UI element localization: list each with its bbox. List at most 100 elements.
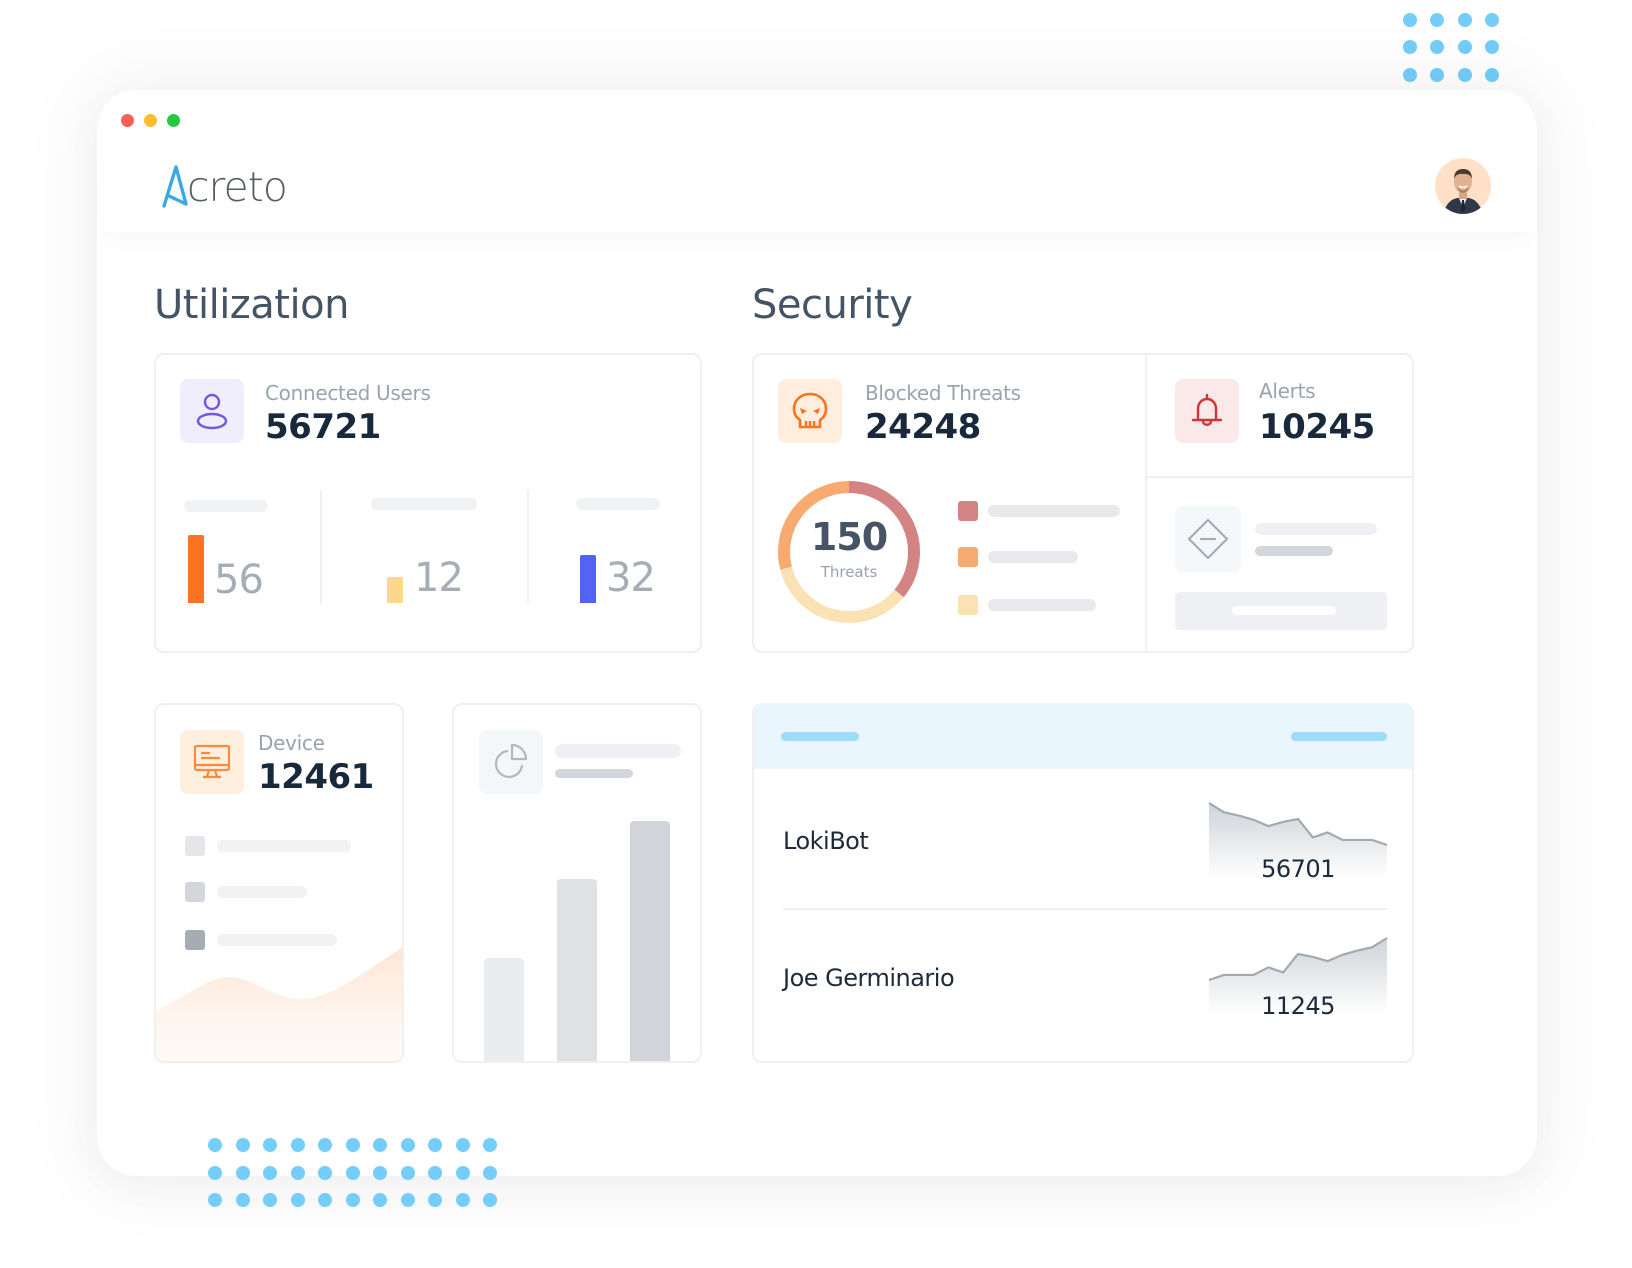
utilization-section-title: Utilization [154,282,349,328]
decorative-dot [455,1193,470,1207]
device-area-chart [156,947,402,1061]
security-section-title: Security [752,282,913,328]
connected-users-label: Connected Users [265,381,431,405]
blocked-threats-label: Blocked Threats [865,381,1021,405]
top-threats-table: LokiBot 56701 Joe Germinario 11245 [752,703,1414,1063]
device-card[interactable]: Device 12461 [154,703,404,1063]
decorative-dot [428,1193,442,1207]
placeholder-line [1255,523,1377,535]
acreto-logo[interactable]: creto [161,158,288,211]
legend-swatch [185,882,205,902]
decorative-dot-grid-bottom [208,1138,511,1221]
donut-center-value: 150 [810,515,888,559]
metric-value: 12 [414,555,464,601]
user-metrics: 56 12 32 [156,531,700,603]
placeholder-button-label [1232,606,1336,615]
decorative-dot [1457,13,1472,27]
metric-bar [580,555,596,603]
alerts-value: 10245 [1259,407,1375,447]
alert-detail-panel [1147,478,1412,651]
bar-chart-plot [454,821,700,1061]
threat-name: LokiBot [783,827,869,855]
metric-bar [387,577,403,603]
legend-swatch [958,547,978,567]
table-header [754,703,1412,769]
decorative-dot [455,1165,470,1180]
acreto-logo-mark-icon [162,165,188,208]
window-controls [121,114,180,127]
diamond-minus-icon [1187,518,1229,560]
decorative-dot [345,1165,360,1180]
decorative-dot [263,1193,277,1207]
maximize-window-button[interactable] [167,114,180,127]
threat-count: 11245 [1261,992,1335,1020]
table-header-column [1291,732,1387,741]
placeholder-line [371,498,477,510]
metric-value: 32 [606,555,656,601]
decorative-dot [1457,67,1472,82]
decorative-dot [455,1138,470,1152]
metric-bar [188,535,204,603]
chart-bar [557,879,597,1061]
chart-bar [630,821,670,1061]
table-row[interactable]: Joe Germinario 11245 [754,910,1412,1060]
table-row[interactable]: LokiBot 56701 [754,769,1412,909]
decorative-dot [290,1193,305,1207]
chart-bar [484,958,524,1061]
decorative-dot [373,1165,387,1180]
user-icon-tile [180,379,244,443]
bell-icon-tile [1175,379,1239,443]
user-avatar[interactable] [1435,158,1491,214]
placeholder-line [988,551,1078,563]
app-header: creto [97,136,1537,232]
device-value: 12461 [258,757,374,797]
decorative-dot [1457,40,1472,55]
decorative-dot [373,1193,387,1207]
decorative-dot [235,1138,250,1152]
alerts-panel[interactable]: Alerts 10245 [1147,355,1412,477]
placeholder-line [217,886,307,898]
placeholder-line [555,744,681,758]
decorative-dot [318,1138,332,1152]
decorative-dot [208,1193,222,1207]
placeholder-line [555,769,633,778]
close-window-button[interactable] [121,114,134,127]
pie-chart-icon-tile [479,730,543,794]
user-avatar-photo-icon [1443,169,1483,214]
decorative-dot [483,1193,497,1207]
placeholder-line [184,500,268,512]
legend-swatch [185,836,205,856]
decorative-dot [1484,40,1499,55]
decorative-dot [1484,13,1499,27]
logo-wordmark: creto [187,163,288,211]
decorative-dot [1430,13,1445,27]
monitor-icon-tile [180,730,244,794]
decorative-dot [345,1138,360,1152]
decorative-dot [428,1165,442,1180]
placeholder-line [988,505,1120,517]
bar-chart-card[interactable] [452,703,702,1063]
decorative-dot [208,1165,222,1180]
alerts-label: Alerts [1259,379,1316,403]
monitor-icon [193,744,231,779]
minimize-window-button[interactable] [144,114,157,127]
pie-chart-icon [495,743,528,778]
decorative-dot [1403,40,1417,55]
decorative-dot [1430,67,1445,82]
blocked-threats-panel[interactable]: Blocked Threats 24248 150 Threats [754,355,1147,651]
decorative-dot [235,1193,250,1207]
placeholder-line [217,840,351,852]
skull-icon [792,392,828,429]
decorative-dot [400,1193,415,1207]
placeholder-line [576,498,660,510]
decorative-dot [263,1138,277,1152]
threat-name: Joe Germinario [783,964,955,992]
browser-window: creto Utilization Security Connected Use… [97,90,1537,1176]
blocked-threats-value: 24248 [865,407,981,447]
connected-users-card[interactable]: Connected Users 56721 56 12 32 [154,353,702,653]
placeholder-button[interactable] [1175,592,1387,630]
legend-swatch [958,501,978,521]
decorative-dot [318,1165,332,1180]
legend-swatch [958,595,978,615]
decorative-dot [345,1193,360,1207]
